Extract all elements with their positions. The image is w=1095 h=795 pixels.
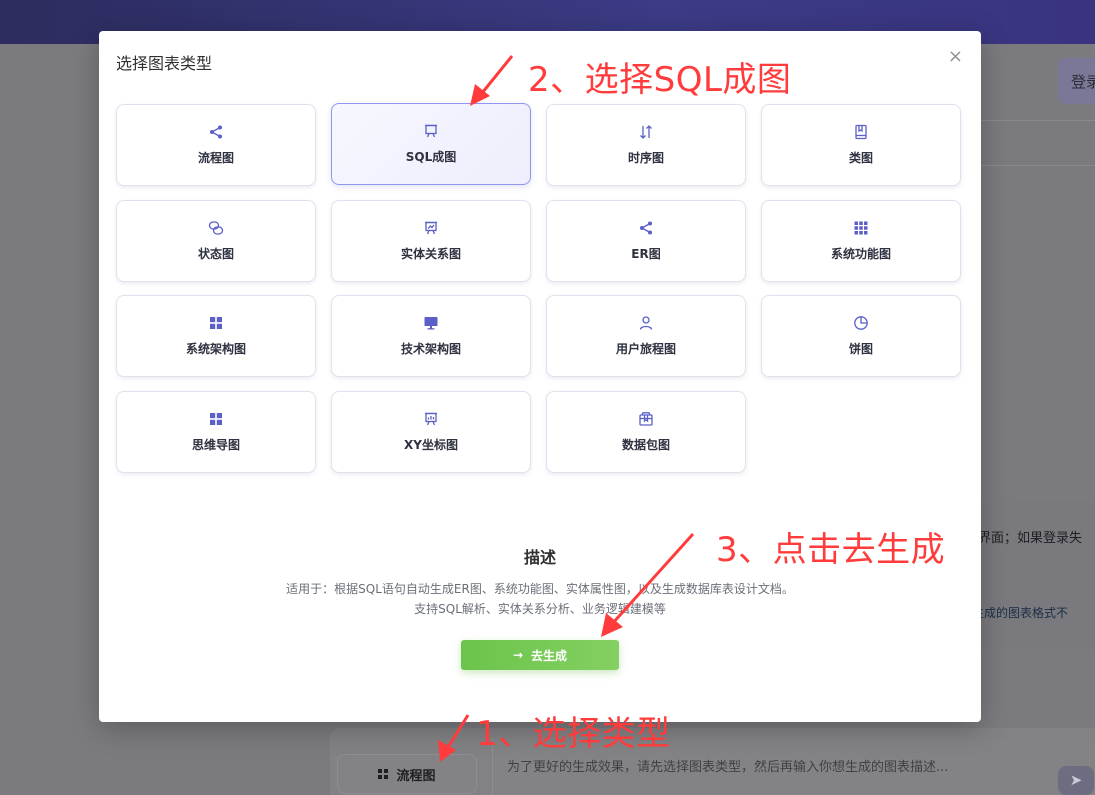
dialog-title: 选择图表类型 [116, 54, 213, 73]
send-icon: ➤ [1069, 771, 1083, 789]
card-flowchart[interactable]: 流程图 [116, 104, 316, 186]
annotation-step3: 3、点击去生成 [716, 530, 946, 570]
card-xy-chart[interactable]: XY坐标图 [331, 391, 531, 473]
divider [981, 165, 1095, 166]
sequence-arrows-icon [638, 124, 654, 140]
card-label: 流程图 [197, 151, 234, 165]
card-label: 数据包图 [621, 438, 670, 452]
arrow-right-icon: → [512, 648, 524, 662]
card-user-journey[interactable]: 用户旅程图 [546, 295, 746, 377]
chart-type-dialog: 选择图表类型 × 流程图 SQL成图 时序图 类图 状态图 实体关系图 ER图 … [99, 31, 981, 722]
presentation-icon [423, 123, 439, 139]
card-label: XY坐标图 [404, 438, 458, 452]
card-label: 系统架构图 [185, 342, 246, 356]
package-icon [638, 411, 654, 427]
card-label: 时序图 [627, 151, 664, 165]
share-icon [638, 220, 654, 236]
card-label: 用户旅程图 [615, 342, 676, 356]
divider [981, 120, 1095, 121]
card-label: 技术架构图 [400, 342, 461, 356]
input-placeholder: 为了更好的生成效果，请先选择图表类型，然后再输入你想生成的图表描述... [507, 760, 949, 775]
card-pie[interactable]: 饼图 [761, 295, 961, 377]
card-sql-chart[interactable]: SQL成图 [331, 103, 531, 185]
annotation-step1: 1、选择类型 [476, 714, 671, 754]
chart-type-button[interactable]: 流程图 [337, 754, 477, 794]
send-button[interactable]: ➤ [1058, 766, 1094, 795]
grid-icon [378, 769, 389, 779]
book-icon [853, 124, 869, 140]
card-mind-map[interactable]: 思维导图 [116, 391, 316, 473]
login-button[interactable]: 登录 [1058, 58, 1095, 104]
card-label: SQL成图 [405, 150, 457, 164]
card-label: 饼图 [848, 342, 873, 356]
annotation-step2: 2、选择SQL成图 [528, 60, 792, 100]
close-icon[interactable]: × [948, 46, 963, 67]
card-er[interactable]: ER图 [546, 200, 746, 282]
description-text: 支持SQL解析、实体关系分析、业务逻辑建模等 [414, 602, 666, 616]
card-tech-architecture[interactable]: 技术架构图 [331, 295, 531, 377]
side-text: 界面；如果登录失 [978, 531, 1083, 546]
bar-board-icon [423, 411, 439, 427]
side-panel [981, 500, 1095, 650]
card-system-function[interactable]: 系统功能图 [761, 200, 961, 282]
card-entity-relation[interactable]: 实体关系图 [331, 200, 531, 282]
generate-button[interactable]: → 去生成 [461, 640, 619, 670]
grid4-icon [208, 411, 224, 427]
card-packet[interactable]: 数据包图 [546, 391, 746, 473]
chart-type-label: 流程图 [396, 768, 436, 784]
pie-icon [853, 315, 869, 331]
grid4-icon [208, 315, 224, 331]
card-state[interactable]: 状态图 [116, 200, 316, 282]
monitor-icon [423, 315, 439, 331]
side-text-link: 生成的图表格式不 [972, 606, 1069, 620]
card-label: 系统功能图 [830, 247, 891, 261]
link-circles-icon [208, 220, 224, 236]
card-label: ER图 [631, 247, 661, 261]
share-icon [208, 124, 224, 140]
trend-board-icon [423, 220, 439, 236]
card-label: 状态图 [197, 247, 234, 261]
generate-button-label: 去生成 [531, 648, 568, 663]
user-icon [638, 315, 654, 331]
card-system-architecture[interactable]: 系统架构图 [116, 295, 316, 377]
card-class[interactable]: 类图 [761, 104, 961, 186]
card-label: 思维导图 [191, 438, 240, 452]
card-sequence[interactable]: 时序图 [546, 104, 746, 186]
card-label: 实体关系图 [400, 247, 461, 261]
description-text: 适用于：根据SQL语句自动生成ER图、系统功能图、实体属性图，以及生成数据库表设… [286, 582, 794, 596]
grid9-icon [853, 220, 869, 236]
card-label: 类图 [848, 151, 873, 165]
